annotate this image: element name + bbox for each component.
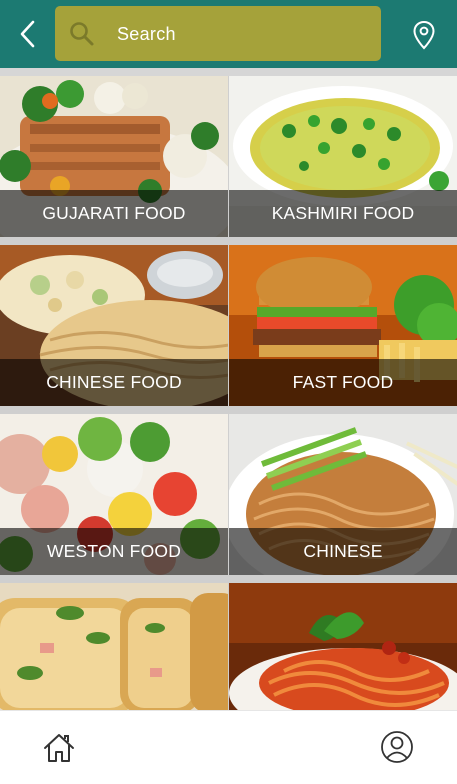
category-tile-garlic-bread[interactable] [0, 583, 228, 710]
category-tile-pasta[interactable] [229, 583, 457, 710]
top-app-bar: Search [0, 0, 457, 68]
category-label: KASHMIRI FOOD [229, 190, 457, 237]
category-label: WESTON FOOD [0, 528, 228, 575]
category-tile-chinese[interactable]: CHINESE [229, 414, 457, 575]
profile-button[interactable] [380, 730, 414, 764]
category-label: FAST FOOD [229, 359, 457, 406]
category-tile-weston-food[interactable]: WESTON FOOD [0, 414, 228, 575]
category-label: GUJARATI FOOD [0, 190, 228, 237]
search-placeholder: Search [117, 24, 176, 44]
category-grid: GUJARATI FOOD KASHMIRI FOOD CHINESE FOOD… [0, 76, 457, 710]
home-icon [44, 734, 74, 762]
search-icon [70, 22, 94, 46]
category-tile-kashmiri-food[interactable]: KASHMIRI FOOD [229, 76, 457, 237]
category-tile-chinese-food[interactable]: CHINESE FOOD [0, 245, 228, 406]
category-tile-fast-food[interactable]: FAST FOOD [229, 245, 457, 406]
header-divider [0, 68, 457, 76]
back-button[interactable] [12, 17, 44, 51]
category-label: CHINESE FOOD [0, 359, 228, 406]
map-pin-icon [413, 20, 435, 50]
search-input[interactable]: Search [55, 6, 381, 61]
home-button[interactable] [42, 731, 76, 765]
user-icon [381, 731, 413, 763]
chevron-left-icon [20, 20, 35, 48]
category-label: CHINESE [229, 528, 457, 575]
garlic-bread-image [0, 583, 228, 710]
bottom-navigation [0, 710, 457, 784]
category-tile-gujarati-food[interactable]: GUJARATI FOOD [0, 76, 228, 237]
location-button[interactable] [407, 17, 441, 53]
pasta-image [229, 583, 457, 710]
